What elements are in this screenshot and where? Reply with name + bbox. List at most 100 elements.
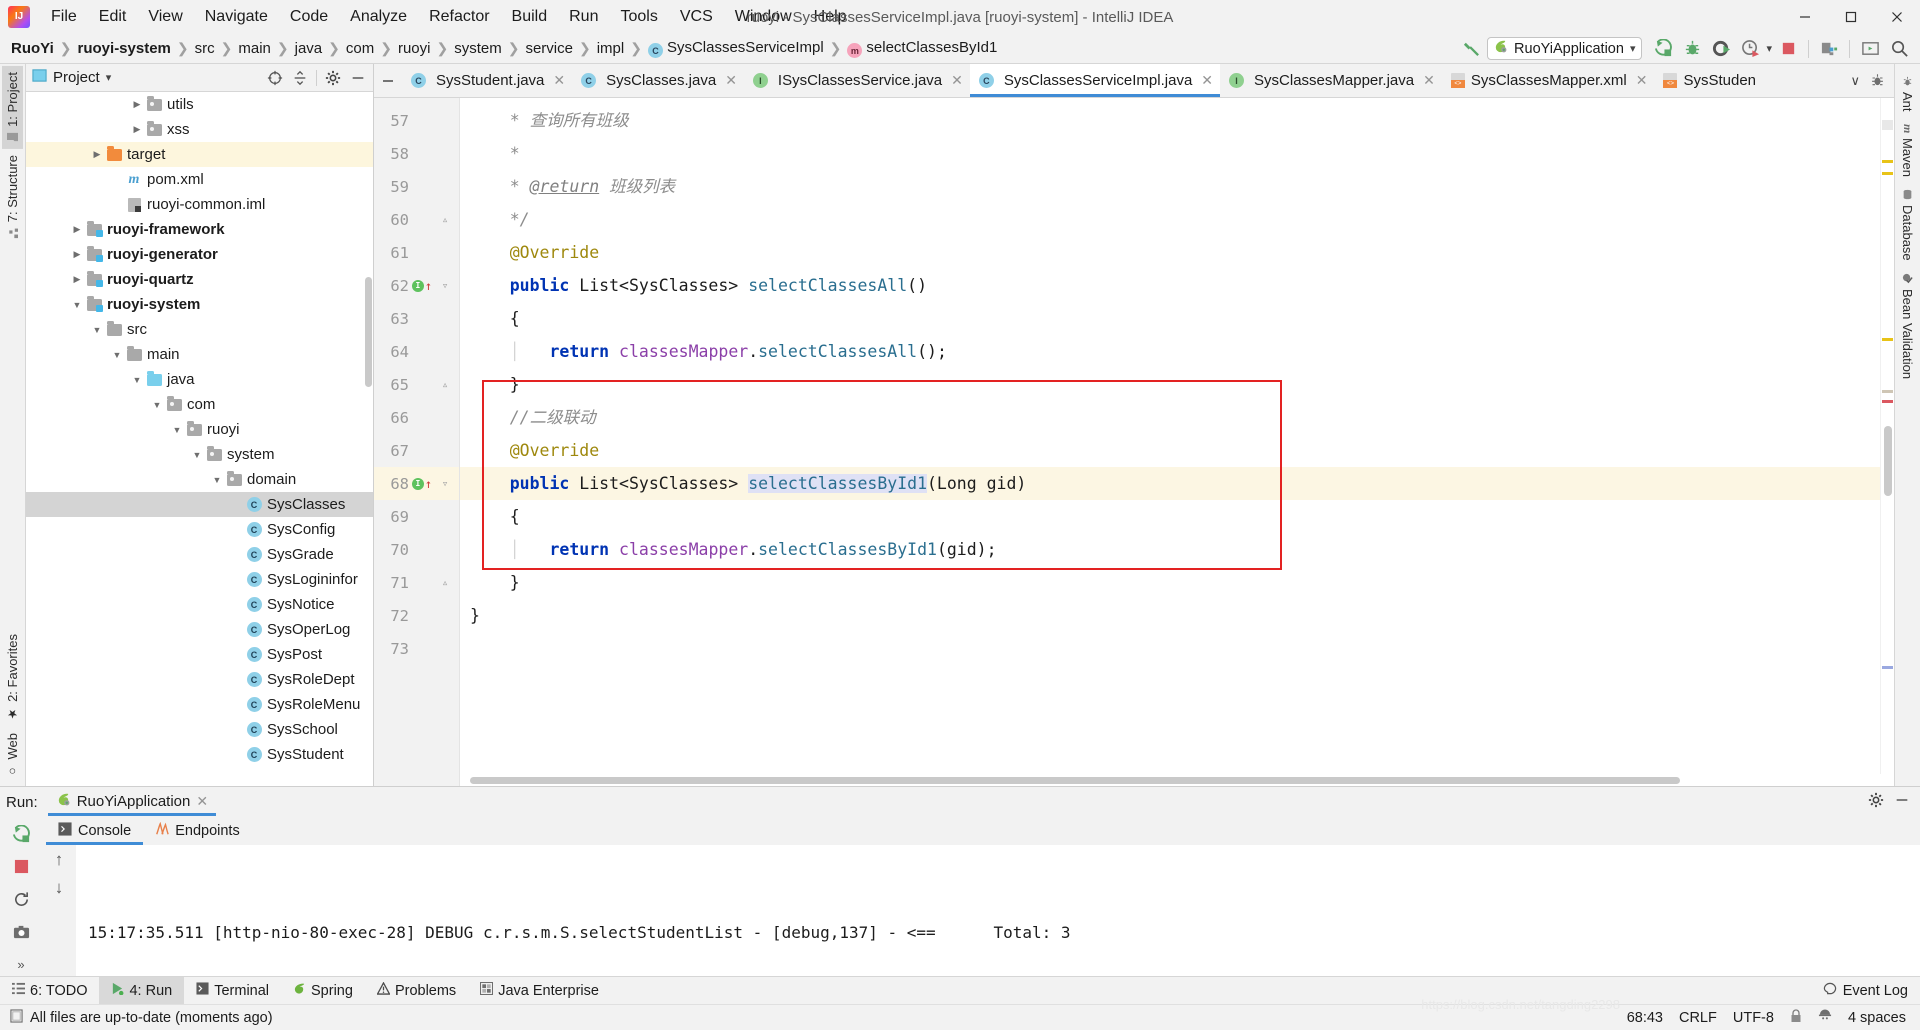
tree-node-ruoyi-quartz[interactable]: ▶ruoyi-quartz [26,267,373,292]
code-line-72[interactable]: } [460,599,1880,632]
tree-node-ruoyi-generator[interactable]: ▶ruoyi-generator [26,242,373,267]
gutter-line-68[interactable]: 68I↑▿ [374,467,459,500]
tool-window-database[interactable]: Database [1897,183,1918,267]
run-configuration-selector[interactable]: RuoYiApplication ▾ [1487,37,1642,60]
error-marker-red[interactable] [1882,120,1893,130]
show-console-icon[interactable] [1857,37,1883,61]
run-settings-gear-icon[interactable] [1868,792,1884,812]
tree-node-xss[interactable]: ▶xss [26,117,373,142]
bottom-tab-problems[interactable]: Problems [365,977,468,1004]
run-hide-panel-icon[interactable] [1894,792,1910,812]
code-editor[interactable]: 57585960▵6162I↑▿636465▵666768I↑▿697071▵7… [374,98,1894,786]
tree-node-sysstudent[interactable]: CSysStudent [26,742,373,767]
tree-node-syslogininfor[interactable]: CSysLogininfor [26,567,373,592]
editor-tab-sysclassesserviceimpl-java[interactable]: CSysClassesServiceImpl.java✕ [970,64,1220,97]
gutter-line-64[interactable]: 64 [374,335,459,368]
file-encoding[interactable]: UTF-8 [1733,1010,1774,1026]
tree-node-ruoyi[interactable]: ▼ruoyi [26,417,373,442]
code-line-57[interactable]: * 查询所有班级 [460,104,1880,137]
bottom-tab-java-enterprise[interactable]: Java Enterprise [468,977,611,1004]
tree-node-java[interactable]: ▼java [26,367,373,392]
close-button[interactable] [1874,0,1920,34]
code-line-62[interactable]: public List<SysClasses> selectClassesAll… [460,269,1880,302]
tool-window-web[interactable]: ○ Web [2,727,23,785]
tree-node-ruoyi-common-iml[interactable]: ruoyi-common.iml [26,192,373,217]
tree-node-syspost[interactable]: CSysPost [26,642,373,667]
menu-build[interactable]: Build [501,5,559,29]
tree-node-target[interactable]: ▶target [26,142,373,167]
bottom-tab-run[interactable]: 4: Run [99,977,184,1004]
tree-expand-arrow[interactable]: ▼ [90,325,104,335]
profile-icon[interactable] [1737,37,1763,61]
code-line-63[interactable]: { [460,302,1880,335]
menu-vcs[interactable]: VCS [669,5,724,29]
menu-view[interactable]: View [137,5,193,29]
close-icon[interactable]: ✕ [725,72,737,89]
breadcrumb[interactable]: RuoYi ❯ ruoyi-system ❯ src ❯ main ❯ java… [6,38,1002,60]
profile-dropdown-caret-icon[interactable]: ▾ [1766,42,1772,55]
tree-node-pom-xml[interactable]: mpom.xml [26,167,373,192]
code-line-65[interactable]: } [460,368,1880,401]
implemented-method-icon[interactable]: I [412,280,424,292]
tree-expand-arrow[interactable]: ▼ [170,425,184,435]
gutter-line-59[interactable]: 59 [374,170,459,203]
minimize-button[interactable] [1782,0,1828,34]
up-arrow-icon[interactable]: ↑ [55,850,64,870]
hector-icon[interactable] [1818,1009,1832,1027]
tree-node-sysgrade[interactable]: CSysGrade [26,542,373,567]
close-icon[interactable]: ✕ [1636,72,1648,89]
tool-window-ant[interactable]: Ant [1897,70,1918,118]
tree-expand-arrow[interactable]: ▼ [210,475,224,485]
run-tab-ruoyiapplication[interactable]: RuoYiApplication ✕ [48,788,216,816]
editor-gutter[interactable]: 57585960▵6162I↑▿636465▵666768I↑▿697071▵7… [374,98,460,786]
menu-edit[interactable]: Edit [88,5,138,29]
bottom-tab-todo[interactable]: 6: TODO [0,977,99,1004]
gutter-line-66[interactable]: 66 [374,401,459,434]
menu-refactor[interactable]: Refactor [418,5,500,29]
menu-bar[interactable]: File Edit View Navigate Code Analyze Ref… [40,5,858,29]
breadcrumb-item-src[interactable]: src [190,39,220,58]
tool-window-bean-validation[interactable]: Bean Validation [1897,267,1918,385]
tree-node-ruoyi-framework[interactable]: ▶ruoyi-framework [26,217,373,242]
restart-icon[interactable] [8,888,34,911]
info-marker-blue[interactable] [1882,666,1893,669]
menu-run[interactable]: Run [558,5,609,29]
tree-node-ruoyi-system[interactable]: ▼ruoyi-system [26,292,373,317]
fold-region-start-icon[interactable]: ▿ [442,279,449,292]
event-log-label[interactable]: Event Log [1843,983,1908,999]
maximize-button[interactable] [1828,0,1874,34]
stop-icon[interactable] [1775,37,1801,61]
rerun-icon[interactable] [8,823,34,846]
gutter-line-72[interactable]: 72 [374,599,459,632]
tree-node-sysconfig[interactable]: CSysConfig [26,517,373,542]
tree-node-domain[interactable]: ▼domain [26,467,373,492]
breadcrumb-item-service[interactable]: service [520,39,578,58]
overriding-method-arrow-icon[interactable]: ↑ [425,478,432,490]
tree-node-sysrolemenu[interactable]: CSysRoleMenu [26,692,373,717]
gutter-line-62[interactable]: 62I↑▿ [374,269,459,302]
error-marker-red[interactable] [1882,400,1893,403]
inspection-bug-icon[interactable] [1864,69,1890,93]
hide-panel-icon[interactable] [349,69,367,87]
tree-expand-arrow[interactable]: ▼ [110,350,124,360]
breadcrumb-item-class[interactable]: CSysClassesServiceImpl [643,38,829,60]
fold-region-end-icon[interactable]: ▵ [442,576,449,589]
tool-window-structure[interactable]: 7: Structure [2,149,23,244]
code-line-67[interactable]: @Override [460,434,1880,467]
tree-expand-arrow[interactable]: ▶ [130,124,144,135]
collapse-all-icon[interactable] [291,69,309,87]
code-line-59[interactable]: * @return 班级列表 [460,170,1880,203]
project-panel-caret-icon[interactable]: ▾ [106,71,112,84]
menu-help[interactable]: Help [803,5,858,29]
tree-expand-arrow[interactable]: ▶ [70,224,84,235]
editor-tab-sysclasses-java[interactable]: CSysClasses.java✕ [572,64,744,97]
editor-horizontal-scrollbar-thumb[interactable] [470,777,1680,784]
caret-position[interactable]: 68:43 [1627,1010,1663,1026]
gutter-line-65[interactable]: 65▵ [374,368,459,401]
tree-expand-arrow[interactable]: ▼ [150,400,164,410]
debug-icon[interactable] [1679,37,1705,61]
run-with-coverage-icon[interactable] [1708,37,1734,61]
code-line-58[interactable]: * [460,137,1880,170]
tree-node-main[interactable]: ▼main [26,342,373,367]
project-tree-scrollbar-thumb[interactable] [365,277,372,387]
